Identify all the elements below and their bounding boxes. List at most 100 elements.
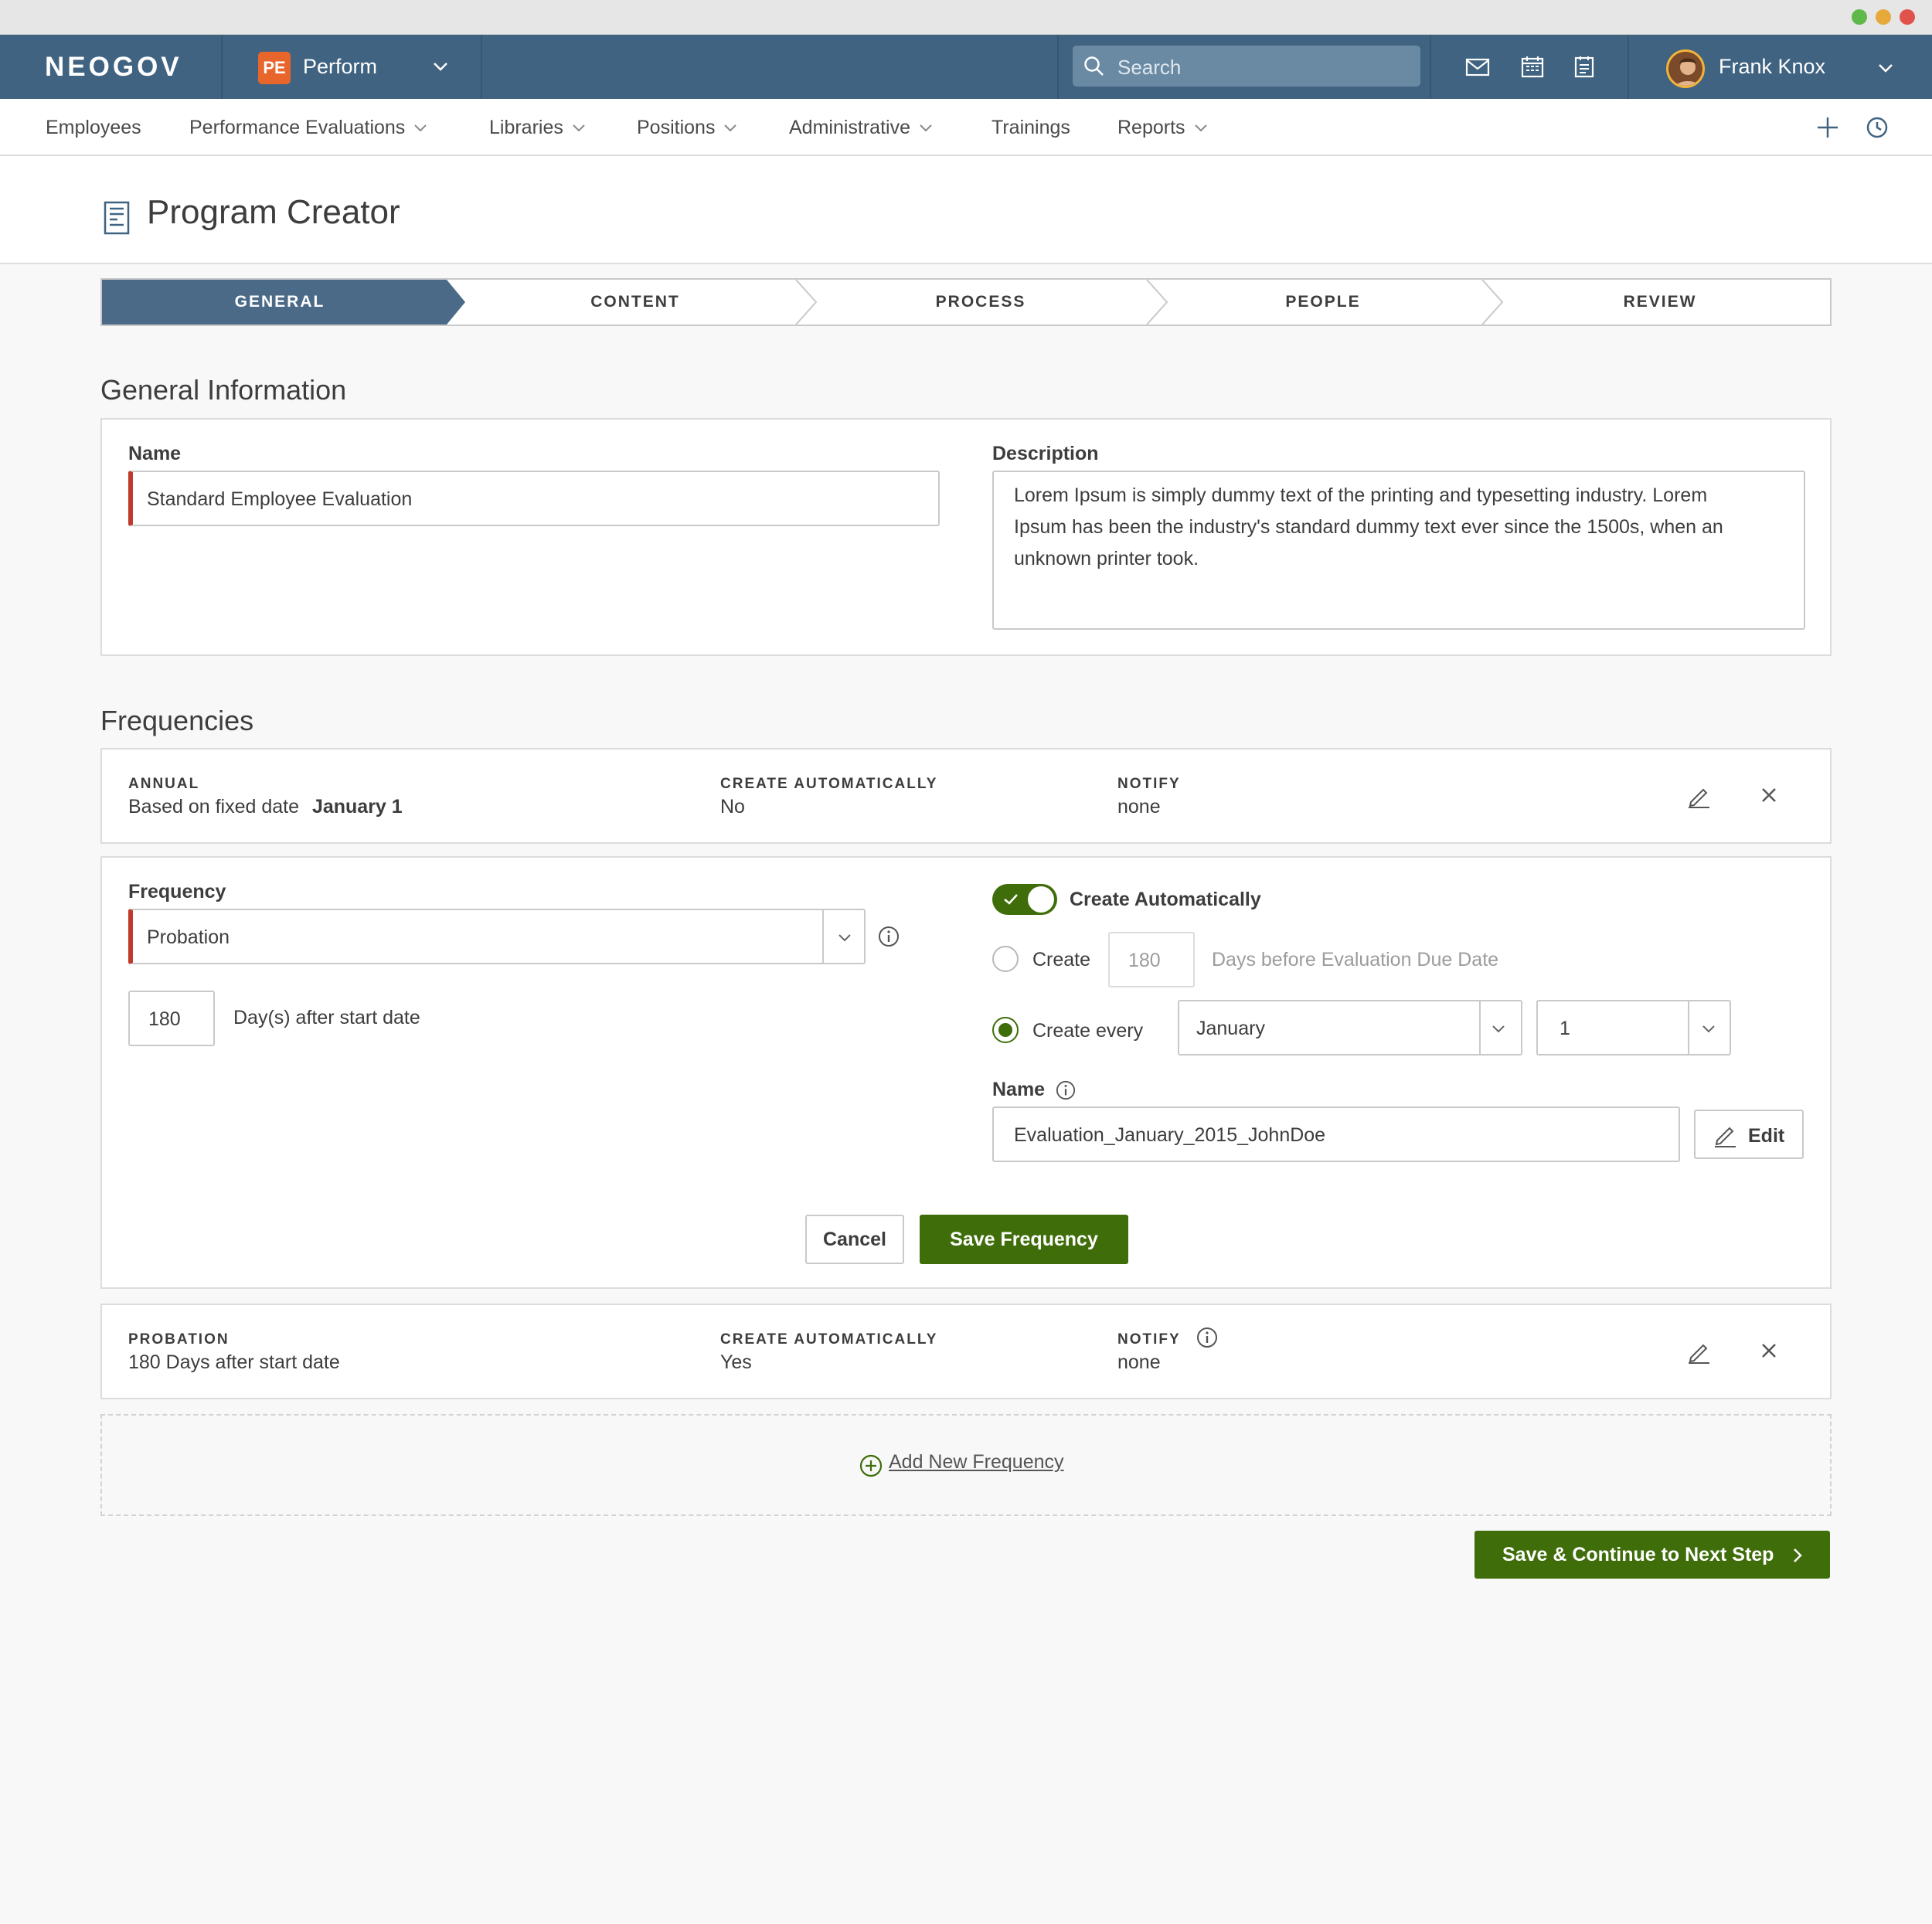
day-select-value: 1 bbox=[1560, 1018, 1570, 1039]
nav-item-label: Libraries bbox=[489, 117, 563, 138]
user-name: Frank Knox bbox=[1719, 55, 1826, 78]
month-select[interactable]: January bbox=[1178, 1000, 1522, 1055]
page-title: Program Creator bbox=[147, 193, 400, 231]
window-close-button[interactable] bbox=[1900, 9, 1915, 25]
create-every-label: Create every bbox=[1032, 1020, 1144, 1042]
avatar bbox=[1666, 49, 1705, 88]
app-badge: PE bbox=[258, 52, 291, 84]
frequency-editor: Frequency Probation 180 Day(s) after sta… bbox=[100, 856, 1832, 1289]
create-days-input[interactable]: 180 bbox=[1108, 932, 1195, 987]
evaluation-name-label: Name bbox=[992, 1079, 1046, 1100]
create-automatically-label: Create Automatically bbox=[1070, 889, 1261, 910]
nav-item-label: Performance Evaluations bbox=[189, 117, 406, 138]
close-icon[interactable] bbox=[1760, 1342, 1777, 1359]
general-info-heading: General Information bbox=[100, 374, 347, 406]
frequency-select[interactable]: Probation bbox=[128, 909, 866, 964]
save-continue-button[interactable]: Save & Continue to Next Step bbox=[1475, 1531, 1830, 1579]
chevron-down-icon bbox=[573, 124, 585, 132]
info-icon[interactable] bbox=[878, 926, 900, 947]
evaluation-name-value: Evaluation_January_2015_JohnDoe bbox=[1014, 1124, 1326, 1146]
add-frequency-area: Add New Frequency bbox=[100, 1414, 1832, 1516]
plus-icon[interactable] bbox=[1816, 116, 1839, 139]
calendar-icon[interactable] bbox=[1521, 55, 1544, 78]
plus-circle-icon bbox=[859, 1454, 883, 1477]
day-select[interactable]: 1 bbox=[1536, 1000, 1731, 1055]
frequency-label: Frequency bbox=[128, 881, 226, 903]
search-input[interactable]: Search bbox=[1117, 56, 1181, 80]
edit-label: Edit bbox=[1748, 1125, 1785, 1147]
frequencies-heading: Frequencies bbox=[100, 705, 254, 736]
app-name: Perform bbox=[303, 55, 378, 78]
chevron-down-icon bbox=[1878, 63, 1893, 73]
search-box[interactable]: Search bbox=[1073, 46, 1420, 87]
app-switcher[interactable]: PE Perform bbox=[223, 35, 481, 99]
step-general[interactable]: GENERAL bbox=[102, 280, 457, 325]
user-menu[interactable]: Frank Knox bbox=[1629, 35, 1932, 99]
description-textarea[interactable]: Lorem Ipsum is simply dummy text of the … bbox=[992, 471, 1805, 630]
create-auto-value: No bbox=[720, 796, 745, 818]
window-minimize-button[interactable] bbox=[1876, 9, 1891, 25]
step-people[interactable]: PEOPLE bbox=[1156, 280, 1490, 325]
page-header: Program Creator bbox=[0, 156, 1932, 264]
chevron-down-icon bbox=[414, 124, 427, 132]
days-after-start-input[interactable]: 180 bbox=[128, 991, 215, 1046]
top-bar: NEOGOV PE Perform Search Frank Knox bbox=[0, 35, 1932, 99]
edit-name-button[interactable]: Edit bbox=[1694, 1110, 1804, 1159]
cancel-button[interactable]: Cancel bbox=[805, 1215, 904, 1264]
frequency-row-probation: PROBATION 180 Days after start date CREA… bbox=[100, 1304, 1832, 1399]
close-icon[interactable] bbox=[1760, 787, 1777, 804]
chevron-down-icon bbox=[1194, 124, 1207, 132]
month-select-value: January bbox=[1196, 1018, 1265, 1039]
nav-item-administrative[interactable]: Administrative bbox=[789, 117, 932, 139]
window-maximize-button[interactable] bbox=[1852, 9, 1867, 25]
evaluation-name-input[interactable]: Evaluation_January_2015_JohnDoe bbox=[992, 1106, 1680, 1162]
document-icon bbox=[104, 201, 130, 235]
description-line: Lorem Ipsum is simply dummy text of the … bbox=[1014, 484, 1708, 506]
description-line: Ipsum has been the industry's standard d… bbox=[1014, 516, 1723, 538]
neogov-logo[interactable]: NEOGOV bbox=[45, 52, 182, 83]
nav-item-label: Employees bbox=[46, 117, 141, 138]
days-value: 180 bbox=[148, 1008, 181, 1030]
nav-item-positions[interactable]: Positions bbox=[637, 117, 737, 139]
toggle-knob bbox=[1028, 886, 1054, 913]
create-automatically-toggle[interactable] bbox=[992, 884, 1057, 915]
nav-item-label: Reports bbox=[1117, 117, 1185, 138]
frequency-type: PROBATION bbox=[128, 1331, 230, 1348]
create-days-value: 180 bbox=[1128, 950, 1161, 971]
info-icon[interactable] bbox=[1196, 1327, 1218, 1348]
create-auto-label: CREATE AUTOMATICALLY bbox=[720, 1331, 938, 1348]
program-name-input[interactable]: Standard Employee Evaluation bbox=[128, 471, 940, 526]
chevron-down-icon bbox=[724, 124, 737, 132]
edit-pencil-icon[interactable] bbox=[1686, 1339, 1711, 1364]
frequency-detail: 180 Days after start date bbox=[128, 1351, 340, 1373]
progress-stepper: GENERAL CONTENT PROCESS PEOPLE REVIEW bbox=[100, 278, 1832, 326]
general-info-panel: Name Standard Employee Evaluation Descri… bbox=[100, 418, 1832, 656]
checkmark-icon bbox=[1003, 893, 1019, 906]
mail-icon[interactable] bbox=[1465, 58, 1490, 76]
create-label: Create bbox=[1032, 949, 1091, 970]
create-every-radio[interactable] bbox=[992, 1017, 1019, 1043]
save-frequency-button[interactable]: Save Frequency bbox=[920, 1215, 1128, 1264]
history-clock-icon[interactable] bbox=[1866, 116, 1889, 139]
step-review[interactable]: REVIEW bbox=[1490, 280, 1830, 325]
edit-pencil-icon[interactable] bbox=[1686, 784, 1711, 808]
step-process[interactable]: PROCESS bbox=[805, 280, 1156, 325]
nav-item-label: Administrative bbox=[789, 117, 910, 138]
chevron-down-icon bbox=[920, 124, 932, 132]
info-icon[interactable] bbox=[1056, 1080, 1076, 1100]
create-days-suffix: Days before Evaluation Due Date bbox=[1212, 949, 1499, 970]
frequency-row-annual: ANNUAL Based on fixed date January 1 CRE… bbox=[100, 748, 1832, 844]
notify-label: NOTIFY bbox=[1117, 776, 1181, 792]
days-after-start-label: Day(s) after start date bbox=[233, 1007, 420, 1028]
nav-item-employees[interactable]: Employees bbox=[46, 117, 141, 139]
nav-item-reports[interactable]: Reports bbox=[1117, 117, 1207, 139]
frequency-detail: Based on fixed date January 1 bbox=[128, 796, 403, 818]
create-days-radio[interactable] bbox=[992, 946, 1019, 972]
step-content[interactable]: CONTENT bbox=[465, 280, 805, 325]
nav-item-performance-evaluations[interactable]: Performance Evaluations bbox=[189, 117, 427, 139]
task-list-icon[interactable] bbox=[1573, 55, 1595, 78]
frequency-select-value: Probation bbox=[147, 926, 230, 948]
nav-item-libraries[interactable]: Libraries bbox=[489, 117, 585, 139]
nav-item-label: Positions bbox=[637, 117, 716, 138]
nav-item-trainings[interactable]: Trainings bbox=[992, 117, 1070, 139]
